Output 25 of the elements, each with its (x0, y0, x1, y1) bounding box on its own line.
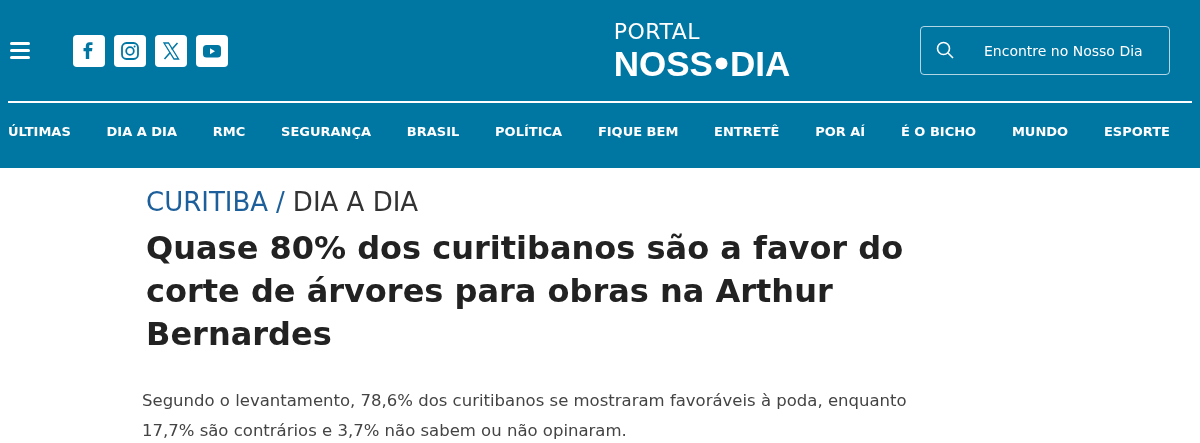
x-icon[interactable] (155, 34, 187, 67)
menu-icon[interactable] (10, 42, 30, 59)
nav-link[interactable]: ESPORTE (1103, 122, 1170, 142)
breadcrumb-link[interactable]: DIA A DIA (292, 186, 419, 219)
article-headline: Quase 80% dos curitibanos são a favor do corte de árvores para obras na Arthur Bernardes (146, 227, 905, 355)
youtube-icon[interactable] (196, 34, 228, 67)
instagram-icon[interactable] (114, 34, 146, 67)
search-field[interactable]: Encontre no Nosso Dia (920, 26, 1170, 75)
site-logo[interactable]: PORTAL NOSS DIA (613, 20, 791, 81)
search-icon (936, 41, 954, 59)
nav-link[interactable]: POR AÍ (815, 122, 866, 142)
nav-link[interactable]: É O BICHO (900, 122, 977, 142)
nav-link[interactable]: MUNDO (1011, 122, 1069, 142)
facebook-icon[interactable] (73, 34, 105, 67)
article-summary: Segundo o levantamento, 78,6% dos curitibanos se mostraram favoráveis à poda, enquanto 17,7% são contrários e 3,7% não sabem ou não opinaram. (142, 389, 908, 442)
nav-link[interactable]: POLÍTICA (495, 122, 563, 142)
breadcrumb-link[interactable]: CURITIBA (146, 186, 269, 219)
nav-link[interactable]: RMC (212, 122, 246, 142)
nav-link[interactable]: ENTRETÊ (714, 122, 780, 142)
breadcrumb-separator: / (276, 186, 285, 219)
nav-link[interactable]: ÚLTIMAS (8, 122, 71, 142)
nav-link[interactable]: FIQUE BEM (597, 122, 679, 142)
nav-link[interactable]: SEGURANÇA (281, 122, 372, 142)
nav-link[interactable]: DIA A DIA (106, 122, 178, 142)
nav-link[interactable]: BRASIL (406, 122, 460, 142)
